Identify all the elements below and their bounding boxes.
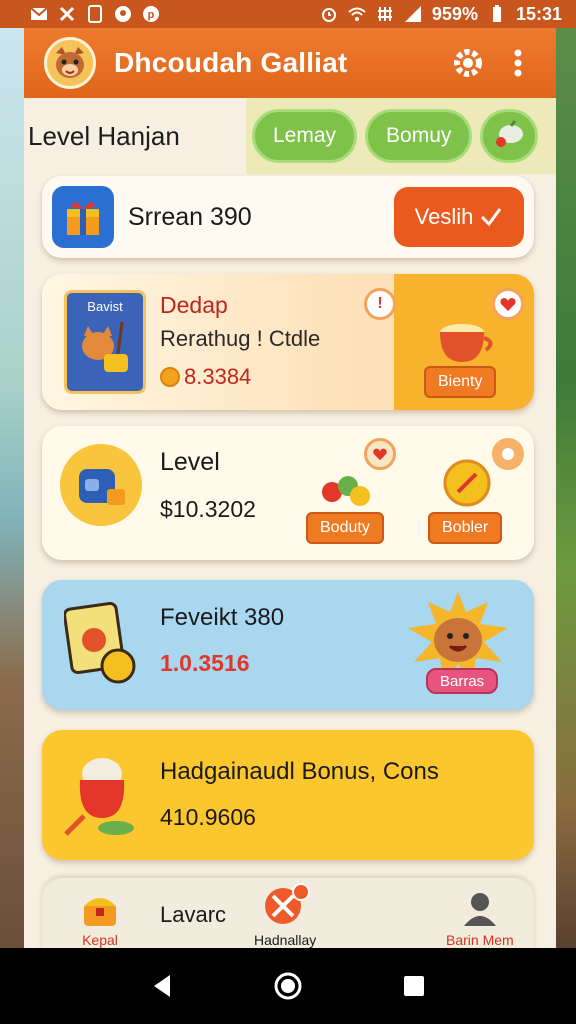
card-bonus-value: 410.9606: [160, 804, 256, 830]
recents-icon[interactable]: [402, 974, 426, 998]
card-dedap-subtitle: Rerathug ! Ctdle: [160, 326, 321, 351]
network-icon: [376, 5, 394, 23]
bienty-button[interactable]: Bienty: [424, 366, 497, 398]
card-dedap-title: Dedap: [160, 292, 228, 318]
nav-item-profile[interactable]: Barin Mem: [446, 890, 514, 948]
card-screen-label: Srrean 390: [128, 202, 252, 231]
fruit-basket-icon: [322, 476, 370, 506]
heart-icon: [373, 448, 387, 461]
veslih-button-label: Veslih: [414, 204, 474, 229]
svg-text:p: p: [148, 9, 155, 21]
heart-badge[interactable]: [364, 438, 396, 470]
location-icon: [114, 5, 132, 23]
wifi-icon: [348, 5, 366, 23]
info-icon: [502, 448, 514, 460]
nav-label-hadnallay: Hadnallay: [254, 932, 317, 948]
app-header: Dhcoudah Galliat: [24, 28, 556, 98]
nav-item-hadnallay[interactable]: Hadnallay: [254, 882, 316, 948]
fox-drummer-icon: [82, 321, 128, 372]
home-icon[interactable]: [273, 971, 303, 1001]
card-dedap-value: 8.3384: [160, 364, 251, 390]
treasure-chest-icon: [84, 898, 116, 926]
tools-icon: [58, 5, 76, 23]
battery-percent: 959%: [431, 3, 478, 24]
tabs-row: Level Hanjan Lemay Bomuy: [24, 98, 556, 174]
settings-icon: [454, 49, 482, 77]
bonus-jar-icon: [64, 758, 134, 836]
filter-pills: Lemay Bomuy: [246, 98, 556, 174]
more-vert-icon: [514, 49, 522, 77]
pill-leaf-button[interactable]: [480, 109, 539, 163]
card-screen[interactable]: Srrean 390 Veslih: [42, 176, 534, 258]
bottom-navigation: Kepal Lavarc Hadnallay Barin Mem: [42, 878, 534, 948]
heart-icon: [500, 298, 516, 311]
nav-label-profile: Barin Mem: [446, 932, 514, 948]
card-dedap[interactable]: Bavist Dedap Rerathug ! Ctdle 8.3384 ! B…: [42, 274, 534, 410]
medal-icon: [443, 459, 491, 507]
storybook-label: Bavist: [87, 299, 123, 314]
bobler-button[interactable]: Bobler: [428, 512, 503, 544]
profile-icon: [463, 893, 496, 926]
alarm-icon: [320, 5, 338, 23]
veslih-button[interactable]: Veslih: [394, 187, 524, 247]
card-feveikt-title: Feveikt 380: [160, 604, 285, 631]
gift-box-icon: [52, 186, 114, 248]
card-level-value: $10.3202: [160, 496, 256, 522]
barras-button[interactable]: Barras: [426, 668, 499, 694]
card-level-title: Level: [160, 448, 220, 476]
pinterest-icon: p: [142, 5, 160, 23]
backpack-icon: [60, 444, 142, 526]
card-feveikt[interactable]: Feveikt 380 1.0.3516 Barras: [42, 580, 534, 710]
storybook-image: Bavist: [64, 290, 146, 394]
card-feveikt-value: 1.0.3516: [160, 650, 250, 676]
clock: 15:31: [515, 3, 562, 24]
settings-button[interactable]: [448, 43, 488, 83]
phone-icon: [86, 5, 104, 23]
app-logo-icon[interactable]: [44, 37, 96, 89]
battery-icon: [488, 5, 506, 23]
pot-icon: [440, 324, 493, 362]
pill-bomuy[interactable]: Bomuy: [365, 109, 473, 163]
tools-crossed-icon: [265, 883, 311, 924]
tab-level[interactable]: Level Hanjan: [24, 121, 246, 152]
pill-lemay[interactable]: Lemay: [252, 109, 358, 163]
system-navigation-bar: [0, 948, 576, 1024]
mail-icon: [30, 5, 48, 23]
card-bonus[interactable]: Hadgainaudl Bonus, Cons 410.9606: [42, 730, 534, 860]
nav-center-text: Lavarc: [160, 902, 227, 927]
card-dedap-amount: 8.3384: [184, 364, 252, 389]
app-window: Dhcoudah Galliat Level Hanjan Lemay Bomu…: [24, 28, 556, 948]
info-badge[interactable]: [492, 438, 524, 470]
back-icon[interactable]: [150, 973, 174, 999]
alert-badge[interactable]: !: [364, 288, 396, 320]
coin-icon: [160, 367, 180, 387]
app-title: Dhcoudah Galliat: [114, 47, 348, 78]
leaf-icon: [496, 120, 524, 147]
nav-label-kepal: Kepal: [82, 932, 118, 948]
signal-icon: [404, 5, 422, 23]
card-bonus-title: Hadgainaudl Bonus, Cons: [160, 758, 439, 785]
ticket-icon: [64, 602, 136, 684]
boduty-button[interactable]: Boduty: [306, 512, 384, 544]
more-options-button[interactable]: [498, 43, 538, 83]
card-level[interactable]: Level $10.3202 Boduty Bobler: [42, 426, 534, 560]
nav-item-kepal[interactable]: Kepal: [80, 890, 120, 948]
checkmark-icon: [481, 208, 502, 227]
background-left: [0, 0, 24, 948]
status-bar: p 959% 15:31: [0, 0, 576, 28]
